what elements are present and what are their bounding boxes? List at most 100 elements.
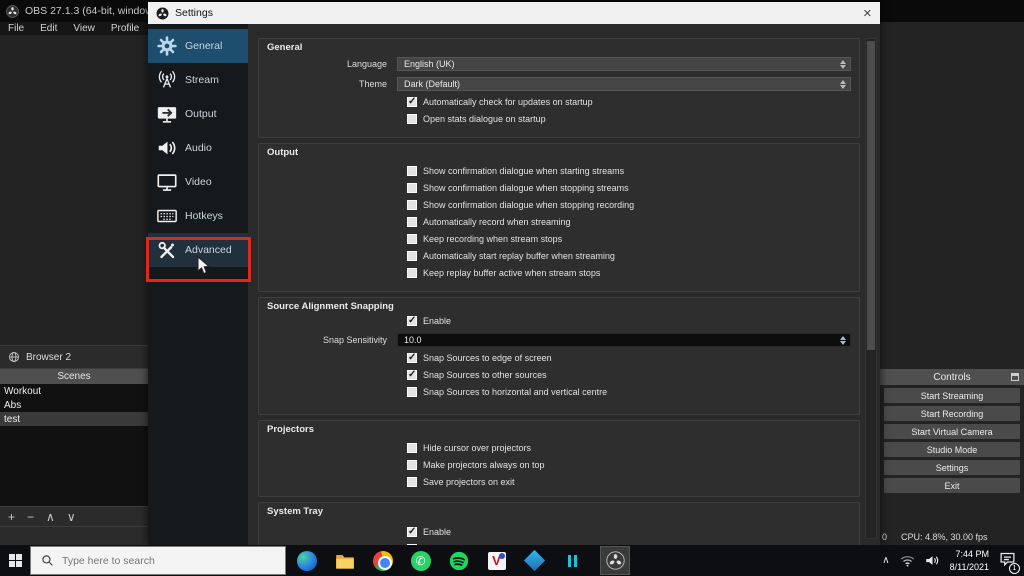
menu-view[interactable]: View <box>73 23 95 34</box>
checkbox-row[interactable]: Show confirmation dialogue when stopping… <box>407 183 851 193</box>
checkbox[interactable] <box>407 251 417 261</box>
file-explorer-icon[interactable] <box>334 550 355 571</box>
add-scene-button[interactable]: + <box>8 510 15 524</box>
checkbox-row[interactable]: Snap Sources to other sources <box>407 370 851 380</box>
wifi-icon[interactable] <box>900 555 915 567</box>
sidebar-item-output[interactable]: Output <box>148 97 248 131</box>
start-recording-button[interactable]: Start Recording <box>884 406 1020 421</box>
checkbox-row[interactable]: Snap Sources to horizontal and vertical … <box>407 387 851 397</box>
checkbox[interactable] <box>407 443 417 453</box>
section-title: Source Alignment Snapping <box>267 301 851 312</box>
checkbox[interactable] <box>407 97 417 107</box>
start-virtual-camera-button[interactable]: Start Virtual Camera <box>884 424 1020 439</box>
tray-chevron-icon[interactable]: ∧ <box>882 555 889 566</box>
studio-mode-button[interactable]: Studio Mode <box>884 442 1020 457</box>
checkbox[interactable] <box>407 527 417 537</box>
start-button[interactable] <box>0 545 30 576</box>
checkbox-row[interactable]: Snap Sources to edge of screen <box>407 353 851 363</box>
remove-scene-button[interactable]: − <box>27 510 34 524</box>
checkbox[interactable] <box>407 166 417 176</box>
checkbox[interactable] <box>407 353 417 363</box>
action-center-icon[interactable]: 1 <box>999 551 1016 571</box>
checkbox-row[interactable]: Open stats dialogue on startup <box>407 114 851 124</box>
snap-sensitivity-input[interactable]: 10.0 <box>397 333 851 347</box>
obs-taskbar-icon[interactable] <box>600 546 630 575</box>
kodi-icon[interactable] <box>524 550 545 571</box>
checkbox-row[interactable]: Show confirmation dialogue when stopping… <box>407 200 851 210</box>
checkbox-label: Automatically record when streaming <box>423 217 571 227</box>
checkbox-row[interactable]: Hide cursor over projectors <box>407 443 851 453</box>
scenes-dock-header[interactable]: Scenes <box>0 368 148 384</box>
scrollbar[interactable] <box>865 38 877 539</box>
checkbox[interactable] <box>407 477 417 487</box>
checkbox-row[interactable]: Show confirmation dialogue when starting… <box>407 166 851 176</box>
exit-button[interactable]: Exit <box>884 478 1020 493</box>
spinner-arrows-icon[interactable] <box>838 334 848 346</box>
checkbox-row[interactable]: Automatically start replay buffer when s… <box>407 251 851 261</box>
move-scene-up-button[interactable]: ∧ <box>46 510 55 524</box>
output-icon <box>156 103 178 125</box>
move-scene-down-button[interactable]: ∨ <box>67 510 76 524</box>
checkbox-row[interactable]: Make projectors always on top <box>407 460 851 470</box>
menu-file[interactable]: File <box>8 23 24 34</box>
checkbox-row[interactable]: Automatically check for updates on start… <box>407 97 851 107</box>
source-row-browser[interactable]: Browser 2 <box>0 346 148 368</box>
sidebar-item-video[interactable]: Video <box>148 165 248 199</box>
checkbox-row[interactable]: Keep replay buffer active when stream st… <box>407 268 851 278</box>
sidebar-item-audio[interactable]: Audio <box>148 131 248 165</box>
settings-window: Settings ✕ <box>148 2 880 545</box>
media-player-icon[interactable] <box>562 550 583 571</box>
scene-row[interactable]: Workout <box>0 384 148 398</box>
checkbox-row[interactable]: Enable <box>407 316 851 326</box>
settings-titlebar[interactable]: Settings ✕ <box>148 2 880 24</box>
theme-select[interactable]: Dark (Default) <box>397 77 851 91</box>
scene-row[interactable]: Abs <box>0 398 148 412</box>
video-editor-icon[interactable]: V <box>486 550 507 571</box>
scene-row-selected[interactable]: test <box>0 412 148 426</box>
checkbox[interactable] <box>407 387 417 397</box>
checkbox[interactable] <box>407 460 417 470</box>
sidebar-label: Output <box>185 108 217 120</box>
checkbox-label: Snap Sources to other sources <box>423 370 547 380</box>
chrome-icon[interactable] <box>372 550 393 571</box>
sidebar-item-general[interactable]: General <box>148 29 248 63</box>
sidebar-label: Audio <box>185 142 212 154</box>
checkbox[interactable] <box>407 114 417 124</box>
checkbox[interactable] <box>407 200 417 210</box>
taskbar-clock[interactable]: 7:44 PM 8/11/2021 <box>950 548 989 572</box>
spotify-icon[interactable] <box>448 550 469 571</box>
checkbox-row[interactable]: Enable <box>407 527 851 537</box>
checkbox-row[interactable]: Automatically record when streaming <box>407 217 851 227</box>
checkbox[interactable] <box>407 370 417 380</box>
start-streaming-button[interactable]: Start Streaming <box>884 388 1020 403</box>
edge-icon[interactable] <box>296 550 317 571</box>
checkbox[interactable] <box>407 234 417 244</box>
close-icon[interactable]: ✕ <box>863 7 872 20</box>
language-select[interactable]: English (UK) <box>397 57 851 71</box>
checkbox[interactable] <box>407 217 417 227</box>
checkbox-label: Show confirmation dialogue when stopping… <box>423 183 629 193</box>
menu-edit[interactable]: Edit <box>40 23 57 34</box>
checkbox-row[interactable]: Save projectors on exit <box>407 477 851 487</box>
sidebar-item-stream[interactable]: Stream <box>148 63 248 97</box>
search-icon <box>41 554 54 567</box>
search-input[interactable] <box>62 555 262 567</box>
volume-icon[interactable] <box>925 554 940 567</box>
select-spinner-icon[interactable] <box>838 58 848 70</box>
settings-button[interactable]: Settings <box>884 460 1020 475</box>
sidebar-item-advanced[interactable]: Advanced <box>148 233 248 267</box>
checkbox-row[interactable]: Keep recording when stream stops <box>407 234 851 244</box>
checkbox[interactable] <box>407 316 417 326</box>
checkbox[interactable] <box>407 183 417 193</box>
menu-profile[interactable]: Profile <box>111 23 139 34</box>
sidebar-item-hotkeys[interactable]: Hotkeys <box>148 199 248 233</box>
taskbar-search[interactable] <box>30 546 286 575</box>
dock-popout-icon[interactable] <box>1011 373 1019 381</box>
select-spinner-icon[interactable] <box>838 78 848 90</box>
scrollbar-thumb[interactable] <box>867 41 875 350</box>
controls-dock-header[interactable]: Controls <box>880 369 1024 385</box>
scene-name: Abs <box>4 400 21 411</box>
checkbox[interactable] <box>407 268 417 278</box>
whatsapp-icon[interactable]: ✆ <box>410 550 431 571</box>
section-title: Output <box>267 147 851 158</box>
